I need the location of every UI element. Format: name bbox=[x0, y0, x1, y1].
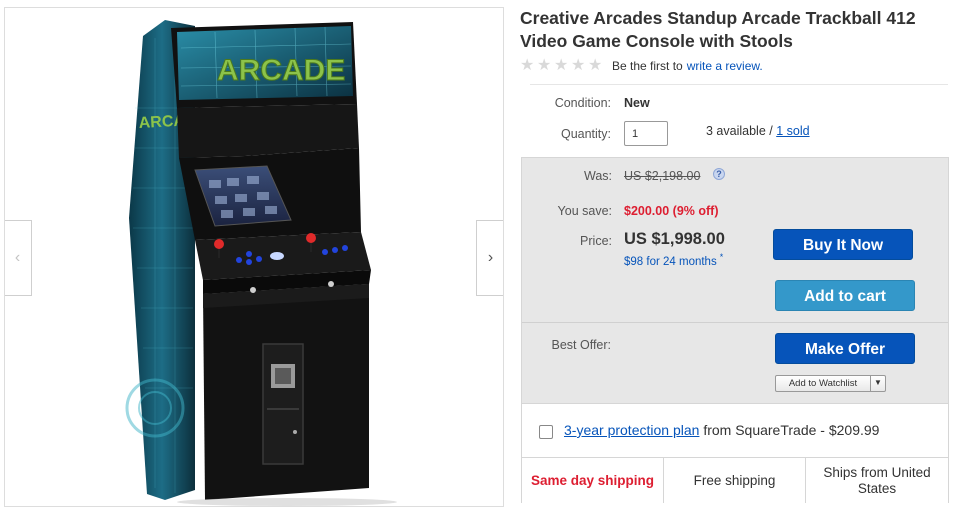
svg-text:ARCADE: ARCADE bbox=[217, 54, 345, 87]
price-label: Price: bbox=[580, 234, 612, 248]
product-image: ARCADE ARCADE bbox=[125, 20, 397, 506]
you-save-label: You save: bbox=[557, 204, 612, 218]
product-image-gallery: ARCADE ARCADE ‹ › bbox=[4, 7, 504, 507]
star-icon: ★ bbox=[588, 57, 603, 74]
price-value: US $1,998.00 bbox=[624, 230, 725, 248]
star-icon: ★ bbox=[520, 57, 535, 74]
divider bbox=[522, 322, 948, 323]
protection-plan-link[interactable]: 3-year protection plan bbox=[564, 422, 699, 438]
was-price-label: Was: bbox=[583, 169, 612, 183]
add-to-watchlist-button[interactable]: Add to Watchlist ▼ bbox=[775, 375, 886, 392]
divider bbox=[530, 84, 948, 85]
star-icon: ★ bbox=[537, 57, 552, 74]
star-icon: ★ bbox=[571, 57, 586, 74]
star-icon: ★ bbox=[554, 57, 569, 74]
protection-plan-checkbox[interactable] bbox=[539, 425, 553, 439]
available-count: 3 available / bbox=[706, 124, 773, 138]
financing-footnote-mark: * bbox=[719, 252, 724, 262]
rating-prompt: Be the first to bbox=[612, 59, 683, 73]
price-box: Was: US $2,198.00 ? You save: $200.00 (9… bbox=[521, 157, 949, 503]
question-circle-icon[interactable]: ? bbox=[713, 168, 725, 180]
rating-row: ★ ★ ★ ★ ★ Be the first to write a review… bbox=[520, 58, 763, 74]
quantity-label: Quantity: bbox=[560, 127, 611, 141]
add-to-cart-button[interactable]: Add to cart bbox=[775, 280, 915, 311]
sold-link[interactable]: 1 sold bbox=[776, 124, 809, 138]
same-day-shipping-badge: Same day shipping bbox=[522, 458, 664, 503]
protection-plan-price: from SquareTrade - $209.99 bbox=[703, 422, 880, 438]
shipping-strip: Same day shipping Free shipping Ships fr… bbox=[522, 457, 948, 503]
condition-label: Condition: bbox=[554, 96, 611, 110]
write-review-link[interactable]: write a review. bbox=[687, 59, 763, 73]
availability-text: 3 available / 1 sold bbox=[706, 124, 810, 138]
chevron-left-icon: ‹ bbox=[14, 249, 21, 266]
product-title: Creative Arcades Standup Arcade Trackbal… bbox=[520, 8, 916, 51]
caret-down-icon[interactable]: ▼ bbox=[871, 376, 885, 391]
you-save-value: $200.00 (9% off) bbox=[624, 204, 719, 218]
make-offer-button[interactable]: Make Offer bbox=[775, 333, 915, 364]
financing-offer[interactable]: $98 for 24 months * bbox=[624, 252, 723, 268]
buy-it-now-button[interactable]: Buy It Now bbox=[773, 229, 913, 260]
quantity-input[interactable] bbox=[624, 121, 668, 146]
free-shipping-badge: Free shipping bbox=[664, 458, 806, 503]
was-price-value: US $2,198.00 bbox=[624, 169, 701, 183]
condition-value: New bbox=[624, 96, 650, 110]
protection-plan-text: 3-year protection plan from SquareTrade … bbox=[564, 422, 879, 438]
ships-from-badge: Ships from United States bbox=[823, 464, 931, 496]
gallery-next-button[interactable]: › bbox=[476, 220, 503, 296]
add-to-watchlist-label[interactable]: Add to Watchlist bbox=[776, 376, 871, 391]
rating-stars: ★ ★ ★ ★ ★ bbox=[520, 58, 605, 74]
chevron-right-icon: › bbox=[487, 249, 494, 266]
protection-plan-row: 3-year protection plan from SquareTrade … bbox=[522, 403, 948, 457]
financing-link[interactable]: $98 for 24 months bbox=[624, 256, 717, 268]
best-offer-label: Best Offer: bbox=[551, 338, 611, 352]
gallery-prev-button[interactable]: ‹ bbox=[5, 220, 32, 296]
